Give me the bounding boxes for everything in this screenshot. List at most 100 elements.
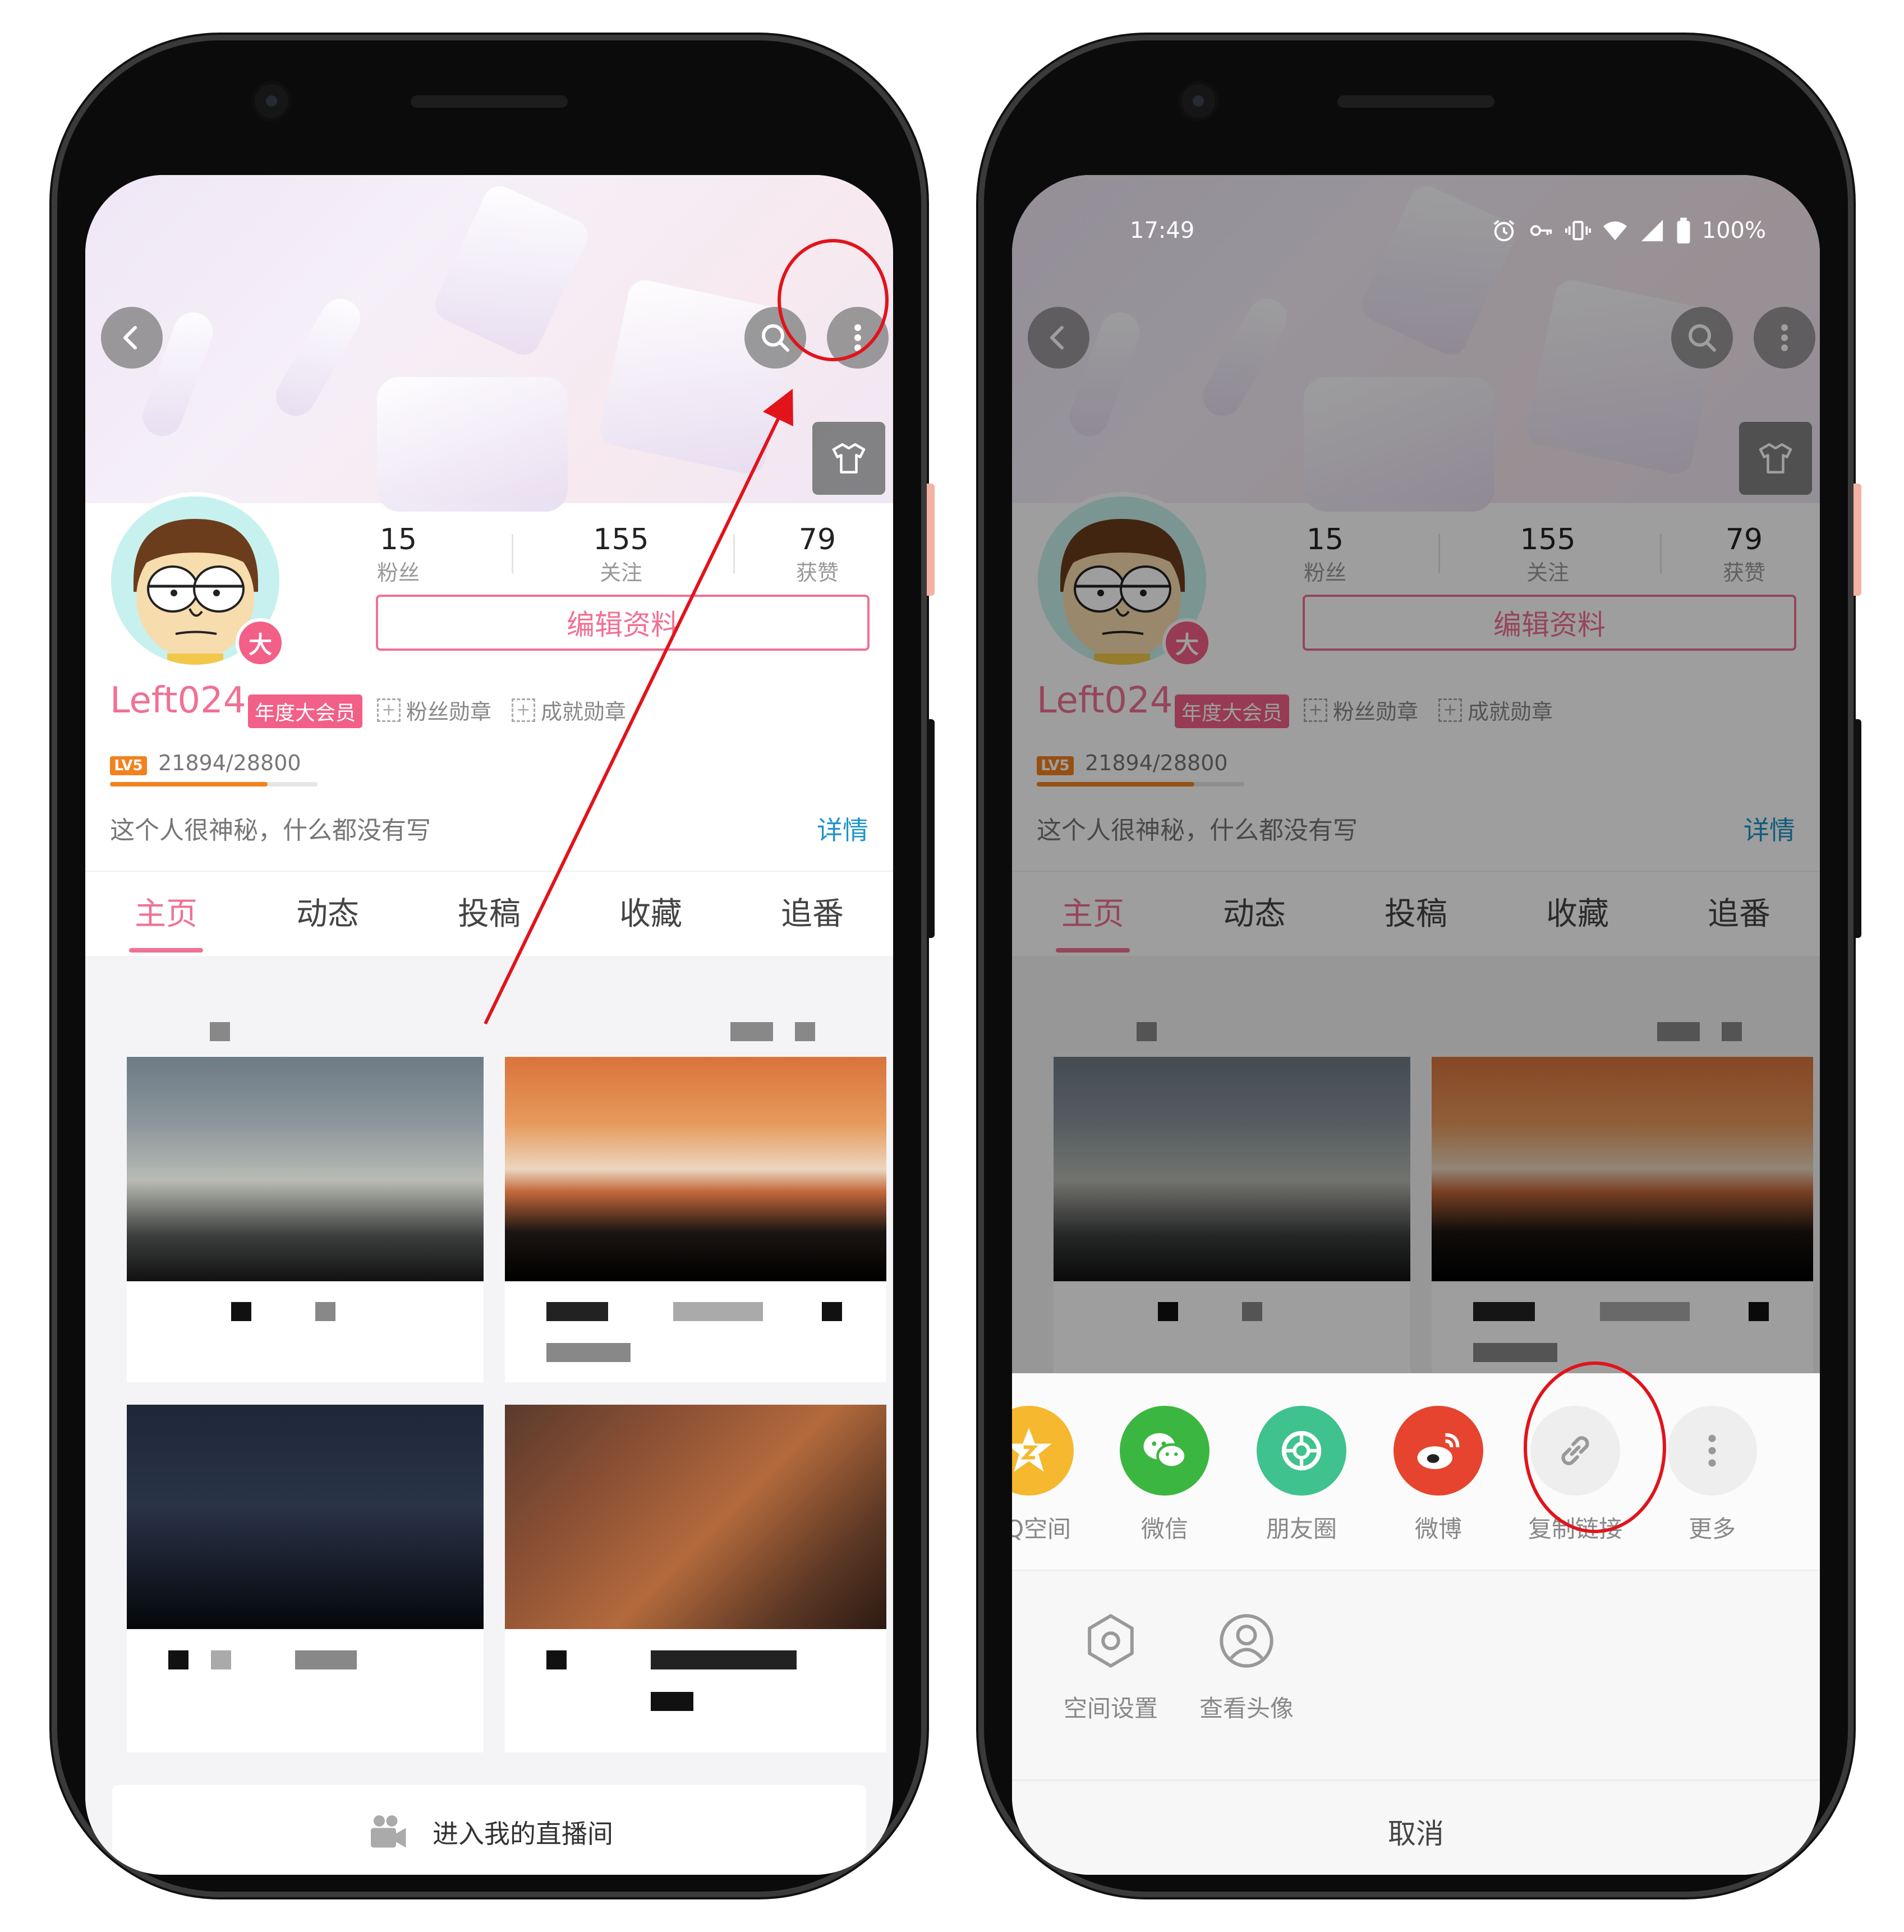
pixelated-label: [210, 1022, 230, 1041]
dim-overlay[interactable]: [1012, 175, 1820, 1373]
back-button[interactable]: [101, 307, 163, 369]
tab-submissions[interactable]: 投稿: [408, 889, 570, 934]
video-thumbnail-pixelated: [505, 1405, 886, 1629]
achievement-label: 成就勋章: [541, 700, 627, 724]
enter-live-room-button[interactable]: 进入我的直播间: [112, 1785, 866, 1875]
stat-following[interactable]: 155 关注: [548, 523, 694, 586]
earpiece-speaker: [1337, 95, 1494, 108]
share-weibo-label: 微博: [1414, 1515, 1462, 1543]
stat-fans[interactable]: 15 粉丝: [325, 523, 471, 586]
search-icon: [762, 324, 789, 352]
space-settings-button[interactable]: 空间设置: [1043, 1610, 1178, 1724]
share-more-label: 更多: [1688, 1515, 1736, 1543]
left-phone-frame: 大 15 粉丝 155 关注 79 获赞 编辑资料 Left024 年度大会员 …: [52, 35, 935, 1897]
stat-divider: [512, 534, 513, 573]
earpiece-speaker: [411, 95, 568, 108]
vip-avatar-badge: 大: [236, 618, 285, 668]
tab-anime[interactable]: 追番: [732, 889, 893, 934]
more-vertical-icon: [854, 324, 861, 351]
share-more-button[interactable]: 更多: [1645, 1406, 1779, 1544]
pixelated-title: [168, 1650, 188, 1669]
side-button: [927, 719, 935, 938]
share-bottom-sheet: QQ空间 微信 朋友圈: [1012, 1373, 1820, 1875]
search-button[interactable]: [744, 307, 806, 369]
tab-dynamic[interactable]: 动态: [247, 889, 408, 934]
pixelated-title: [231, 1302, 251, 1321]
plus-icon: +: [377, 698, 401, 722]
battery-icon: [1677, 218, 1690, 243]
exp-text: 21894/28800: [158, 751, 301, 775]
video-camera-icon: [371, 1815, 406, 1848]
share-moments-label: 朋友圈: [1266, 1515, 1337, 1543]
space-settings-label: 空间设置: [1063, 1695, 1158, 1722]
share-qzone[interactable]: QQ空间: [1012, 1406, 1096, 1544]
tab-favorites[interactable]: 收藏: [570, 889, 732, 934]
enter-live-room-label: 进入我的直播间: [433, 1819, 613, 1849]
front-camera: [1181, 84, 1215, 118]
view-avatar-button[interactable]: 查看头像: [1179, 1610, 1314, 1724]
dress-up-button[interactable]: [812, 422, 885, 495]
pixelated-title: [651, 1692, 693, 1711]
edit-profile-button[interactable]: 编辑资料: [376, 595, 870, 651]
pixelated-title: [822, 1302, 842, 1321]
pixelated-title: [546, 1343, 631, 1362]
level-badge: LV5: [110, 756, 147, 775]
wechat-icon: [1120, 1406, 1209, 1496]
achievement-medal[interactable]: + 成就勋章: [512, 694, 626, 725]
cancel-button[interactable]: 取消: [1012, 1779, 1820, 1875]
stat-fans-count: 15: [379, 523, 417, 556]
stat-likes-label: 获赞: [795, 560, 839, 585]
detail-link[interactable]: 详情: [817, 810, 868, 847]
video-card[interactable]: [127, 1057, 484, 1382]
vpn-key-icon: [1530, 225, 1552, 236]
pixelated-title: [546, 1302, 608, 1321]
share-wechat-label: 微信: [1140, 1515, 1188, 1543]
username: Left024: [110, 680, 246, 721]
more-options-button[interactable]: [827, 307, 889, 369]
copy-link-label: 复制链接: [1528, 1515, 1622, 1543]
qzone-icon: [1012, 1406, 1074, 1496]
alarm-icon: [1493, 220, 1515, 242]
tab-home[interactable]: 主页: [85, 889, 247, 934]
wifi-icon: [1603, 221, 1627, 241]
pixelated-title: [651, 1650, 797, 1669]
share-targets-row: QQ空间 微信 朋友圈: [1012, 1373, 1820, 1571]
plus-icon: +: [512, 698, 535, 722]
vip-badge[interactable]: 年度大会员: [248, 694, 363, 728]
video-card[interactable]: [505, 1057, 886, 1382]
more-icon: [1667, 1406, 1757, 1496]
share-weibo[interactable]: 微博: [1371, 1406, 1506, 1544]
home-content: [85, 956, 893, 1875]
weibo-icon: [1393, 1406, 1483, 1496]
stat-following-count: 155: [593, 523, 649, 556]
moments-icon: [1257, 1406, 1346, 1496]
fan-medal-label: 粉丝勋章: [406, 700, 492, 724]
exp-progress-bar: [110, 782, 318, 786]
stat-likes[interactable]: 79 获赞: [744, 523, 890, 586]
screen: 大 15 粉丝 155 关注 79 获赞 编辑资料 Left024 年度大会员 …: [85, 175, 893, 1875]
stat-likes-count: 79: [798, 523, 836, 556]
video-card[interactable]: [127, 1405, 484, 1752]
pixelated-title: [673, 1302, 763, 1321]
hexagon-settings-icon: [1088, 1614, 1134, 1668]
video-card[interactable]: [505, 1405, 886, 1752]
chevron-left-icon: [123, 326, 137, 349]
share-wechat[interactable]: 微信: [1097, 1406, 1232, 1544]
profile-header-banner: [85, 175, 893, 512]
status-time: 17:49: [1130, 218, 1195, 243]
bio-text: 这个人很神秘，什么都没有写: [110, 816, 431, 845]
status-bar: 17:49 100%: [1012, 214, 1820, 254]
vibrate-icon: [1565, 220, 1591, 241]
profile-actions-row: 空间设置 查看头像: [1012, 1571, 1820, 1773]
pixelated-label: [795, 1022, 815, 1041]
signal-icon: [1641, 219, 1663, 242]
stat-divider: [733, 534, 735, 573]
share-moments[interactable]: 朋友圈: [1234, 1406, 1369, 1544]
battery-percent: 100%: [1701, 218, 1766, 243]
video-thumbnail-pixelated: [127, 1405, 484, 1629]
copy-link-button[interactable]: 复制链接: [1508, 1406, 1643, 1544]
fan-medal[interactable]: + 粉丝勋章: [377, 694, 491, 725]
pixelated-title: [315, 1302, 335, 1321]
video-thumbnail-pixelated: [505, 1057, 886, 1281]
shirt-icon: [832, 443, 866, 473]
